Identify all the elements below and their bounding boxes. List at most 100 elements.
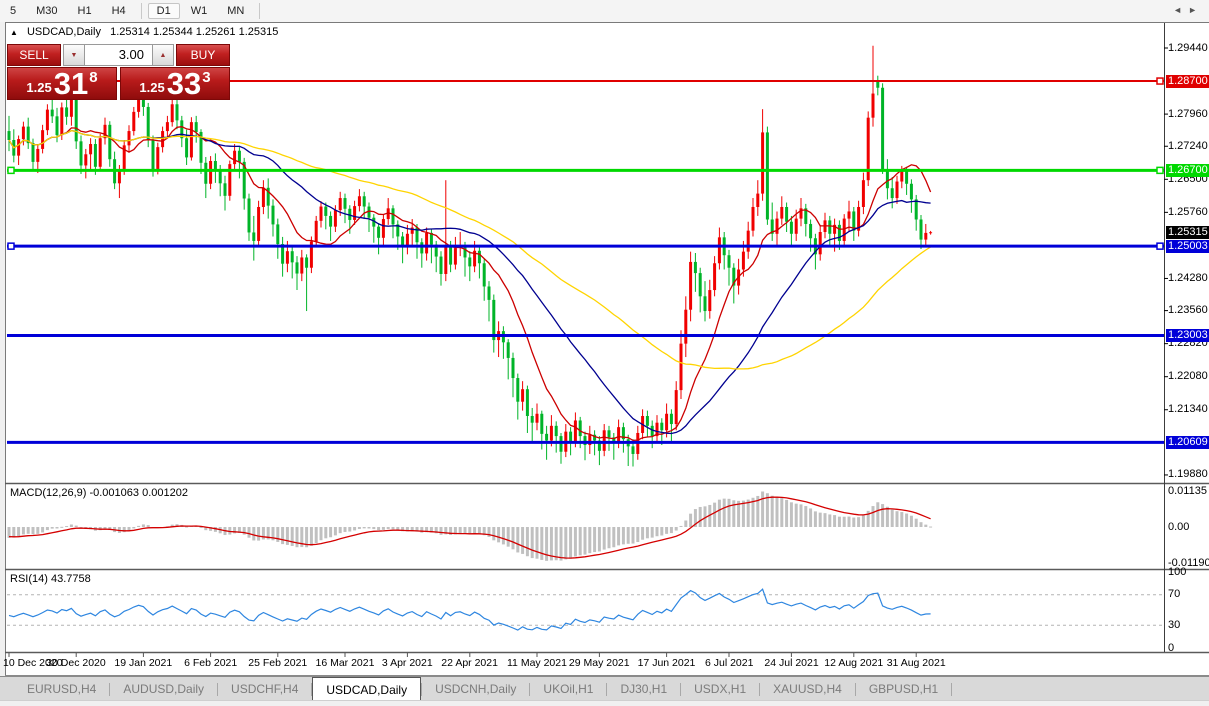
- chart-tab-gbpusd[interactable]: GBPUSD,H1: [856, 677, 951, 701]
- macd-histogram-bar: [314, 527, 318, 544]
- chart-tab-xauusd[interactable]: XAUUSD,H4: [760, 677, 855, 701]
- candle-body: [703, 296, 707, 312]
- macd-histogram-bar: [324, 527, 328, 539]
- macd-histogram-bar: [137, 525, 141, 527]
- price-axis-tick: 1.27240: [1168, 139, 1208, 152]
- macd-histogram-bar: [713, 502, 717, 527]
- macd-histogram-bar: [285, 527, 289, 545]
- candle-body: [847, 211, 851, 219]
- line-price-label: 1.26700: [1166, 163, 1209, 177]
- candle-body: [809, 223, 813, 239]
- macd-histogram-bar: [660, 527, 664, 536]
- candle-body: [300, 257, 304, 274]
- candle-body: [209, 160, 213, 184]
- candle-body: [607, 430, 611, 438]
- line-handle-right[interactable]: [1156, 166, 1164, 175]
- candle-body: [645, 415, 649, 426]
- line-handle-left[interactable]: [7, 166, 15, 175]
- chart-tab-usdcad[interactable]: USDCAD,Daily: [312, 677, 422, 701]
- macd-histogram-bar: [636, 527, 640, 543]
- volume-input[interactable]: 3.00: [85, 44, 152, 66]
- candle-body: [290, 251, 294, 263]
- macd-histogram-bar: [353, 527, 357, 531]
- macd-histogram-bar: [247, 527, 251, 538]
- macd-histogram-bar: [146, 525, 150, 527]
- macd-histogram-bar: [55, 527, 59, 529]
- candle-body: [36, 148, 40, 162]
- candle-body: [21, 126, 25, 140]
- candle-body: [7, 131, 11, 140]
- candle-body: [602, 430, 606, 451]
- chart-tab-eurusd[interactable]: EURUSD,H4: [14, 677, 109, 701]
- candle-body: [357, 196, 361, 207]
- candle-body: [252, 232, 256, 241]
- date-axis-label: 25 Feb 2021: [248, 657, 308, 669]
- candle-body: [439, 256, 443, 274]
- macd-histogram-bar: [295, 527, 299, 548]
- candle-body: [314, 220, 318, 242]
- candle-body: [482, 263, 486, 287]
- chart-tab-dj30[interactable]: DJ30,H1: [607, 677, 680, 701]
- chart-tab-audusd[interactable]: AUDUSD,Daily: [110, 677, 217, 701]
- candle-body: [180, 120, 184, 139]
- macd-histogram-bar: [727, 498, 731, 527]
- candle-body: [108, 124, 112, 160]
- macd-histogram-bar: [497, 527, 501, 543]
- macd-histogram-bar: [746, 499, 750, 527]
- macd-histogram-bar: [607, 527, 611, 549]
- candle-body: [785, 206, 789, 222]
- candle-body: [185, 138, 189, 158]
- candle-body: [660, 422, 664, 431]
- chart-tab-bar: EURUSD,H4 AUDUSD,Daily USDCHF,H4 USDCAD,Dai…: [0, 676, 1209, 701]
- price-axis-tick: 1.22080: [1168, 370, 1208, 383]
- macd-histogram-bar: [593, 527, 597, 553]
- chart-tab-ukoil[interactable]: UKOil,H1: [530, 677, 606, 701]
- candle-body: [861, 180, 865, 207]
- date-axis-label: 17 Jun 2021: [637, 657, 696, 669]
- macd-histogram-bar: [583, 527, 587, 555]
- macd-histogram-bar: [885, 506, 889, 527]
- sell-button[interactable]: SELL: [7, 44, 61, 66]
- macd-histogram-bar: [679, 525, 683, 527]
- chart-tab-usdchf[interactable]: USDCHF,H4: [218, 677, 311, 701]
- candle-body: [261, 187, 265, 207]
- chart-tab-usdcnh[interactable]: USDCNH,Daily: [422, 677, 529, 701]
- macd-histogram-bar: [833, 515, 837, 527]
- macd-histogram-bar: [242, 527, 246, 535]
- volume-increase-button[interactable]: ▲: [152, 44, 174, 66]
- macd-histogram-bar: [669, 527, 673, 534]
- price-axis-tick: 1.29440: [1168, 41, 1208, 54]
- chart-canvas[interactable]: [0, 0, 1209, 706]
- candle-body: [895, 181, 899, 199]
- line-handle-right[interactable]: [1156, 242, 1164, 250]
- candle-body: [828, 220, 832, 234]
- candle-body: [669, 413, 673, 425]
- candle-body: [765, 132, 769, 220]
- tab-scroll-left-icon[interactable]: ◄: [1173, 5, 1188, 15]
- volume-decrease-button[interactable]: ▼: [63, 44, 85, 66]
- buy-price-button[interactable]: 1.25 33 3: [120, 67, 230, 100]
- chart-tab-usdx[interactable]: USDX,H1: [681, 677, 759, 701]
- sell-price-pipette: 8: [89, 69, 98, 86]
- collapse-panel-icon[interactable]: ▲: [10, 28, 18, 37]
- candle-body: [876, 81, 880, 88]
- candle-body: [93, 144, 97, 167]
- tab-scroll-right-icon[interactable]: ►: [1188, 5, 1203, 15]
- line-handle-left[interactable]: [7, 242, 15, 250]
- macd-histogram-bar: [818, 512, 822, 527]
- line-handle-right[interactable]: [1156, 77, 1164, 85]
- macd-histogram-bar: [439, 527, 443, 535]
- candle-body: [525, 389, 529, 416]
- candle-body: [132, 111, 136, 132]
- candle-body: [708, 290, 712, 312]
- candle-body: [127, 131, 131, 146]
- candle-body: [569, 431, 573, 442]
- buy-button[interactable]: BUY: [176, 44, 230, 66]
- candle-body: [410, 227, 414, 234]
- candle-body: [45, 109, 49, 131]
- candle-body: [343, 198, 347, 209]
- candle-body: [751, 206, 755, 231]
- candle-body: [506, 342, 510, 358]
- price-axis-tick: 1.25760: [1168, 205, 1208, 218]
- sell-price-button[interactable]: 1.25 31 8: [7, 67, 117, 100]
